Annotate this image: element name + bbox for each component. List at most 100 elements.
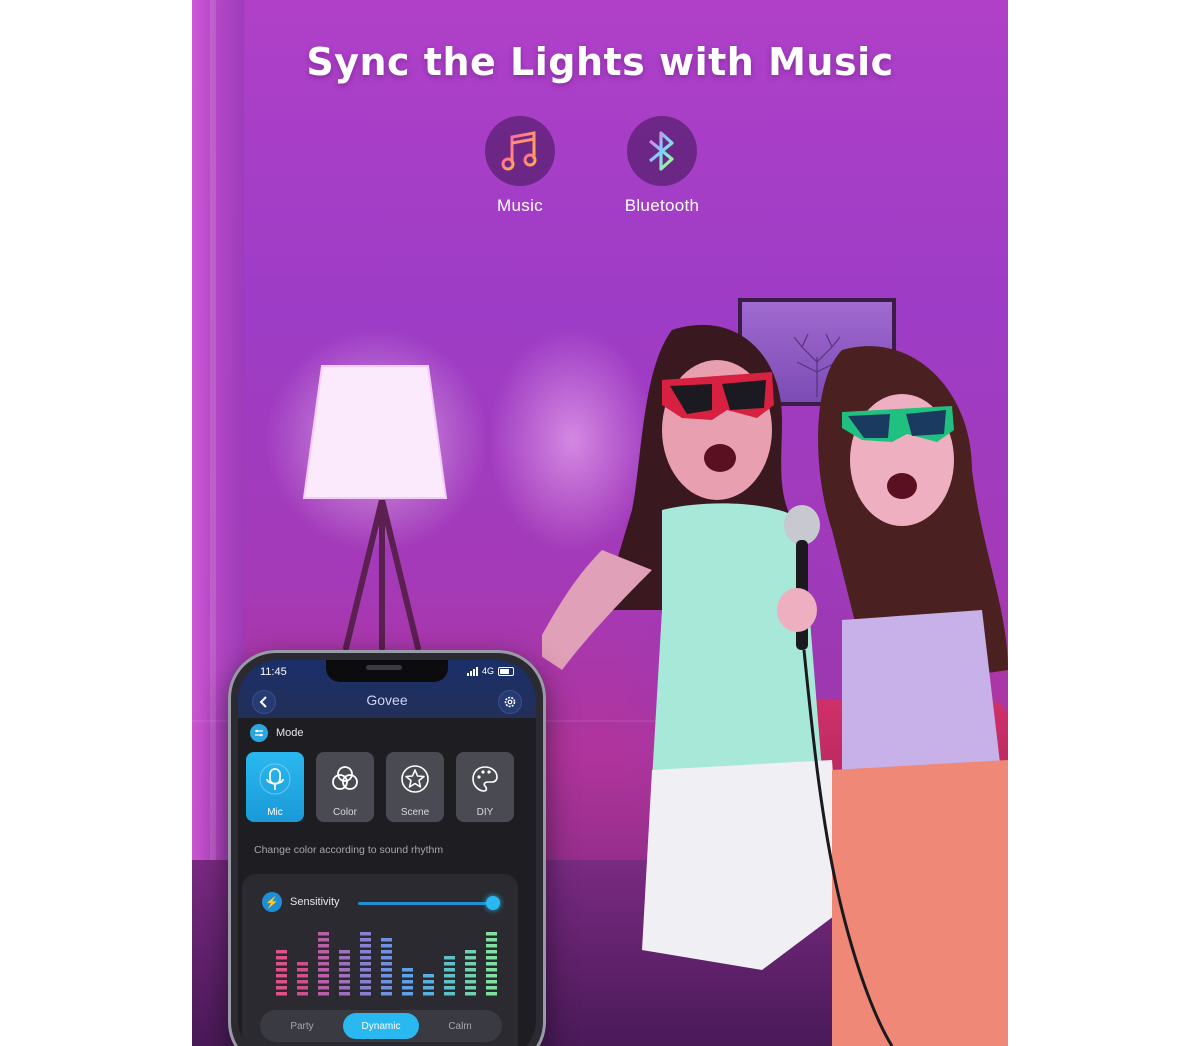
mode-tile-label: DIY bbox=[476, 807, 494, 818]
feature-music: Music bbox=[440, 116, 600, 216]
tab-dynamic[interactable]: Dynamic bbox=[343, 1013, 419, 1039]
mode-tile-diy[interactable]: DIY bbox=[456, 752, 514, 822]
equalizer-segment bbox=[381, 986, 392, 990]
equalizer-segment bbox=[423, 986, 434, 990]
mode-description: Change color according to sound rhythm bbox=[254, 844, 444, 856]
equalizer-segment bbox=[423, 974, 434, 978]
sliders-icon bbox=[250, 724, 268, 742]
equalizer-segment bbox=[297, 962, 308, 966]
sensitivity-slider[interactable] bbox=[358, 896, 500, 910]
equalizer-segment bbox=[318, 992, 329, 996]
equalizer-segment bbox=[444, 992, 455, 996]
equalizer-segment bbox=[297, 986, 308, 990]
equalizer-segment bbox=[444, 974, 455, 978]
lightning-icon: ⚡ bbox=[262, 892, 282, 912]
music-note-icon bbox=[485, 116, 555, 186]
mode-tile-label: Scene bbox=[400, 807, 430, 818]
equalizer-segment bbox=[402, 974, 413, 978]
tab-party[interactable]: Party bbox=[264, 1013, 340, 1039]
status-indicators: 4G bbox=[466, 666, 514, 676]
mode-tile-scene[interactable]: Scene bbox=[386, 752, 444, 822]
equalizer-segment bbox=[276, 950, 287, 954]
equalizer-segment bbox=[402, 980, 413, 984]
equalizer-segment bbox=[318, 944, 329, 948]
phone-notch bbox=[326, 660, 448, 682]
status-time: 11:45 bbox=[260, 666, 287, 678]
equalizer-segment bbox=[339, 962, 350, 966]
equalizer-segment bbox=[486, 980, 497, 984]
mode-tile-color[interactable]: Color bbox=[316, 752, 374, 822]
equalizer-segment bbox=[360, 950, 371, 954]
phone-screen: 11:45 4G Govee Mode Mic Color Scene DIY … bbox=[238, 660, 536, 1046]
equalizer-segment bbox=[276, 986, 287, 990]
feature-bluetooth-label: Bluetooth bbox=[624, 196, 700, 215]
equalizer-segment bbox=[297, 980, 308, 984]
equalizer-segment bbox=[465, 992, 476, 996]
equalizer-segment bbox=[465, 962, 476, 966]
equalizer-segment bbox=[297, 992, 308, 996]
equalizer-segment bbox=[276, 980, 287, 984]
signal-icon bbox=[466, 666, 478, 676]
phone-mockup: 11:45 4G Govee Mode Mic Color Scene DIY … bbox=[228, 650, 546, 1046]
floor-lamp-shade bbox=[302, 365, 448, 499]
equalizer-segment bbox=[276, 956, 287, 960]
equalizer-segment bbox=[486, 938, 497, 942]
equalizer-segment bbox=[276, 968, 287, 972]
equalizer-segment bbox=[465, 950, 476, 954]
equalizer-segment bbox=[381, 950, 392, 954]
equalizer-segment bbox=[360, 956, 371, 960]
equalizer-segment bbox=[381, 962, 392, 966]
color-icon bbox=[332, 766, 358, 790]
equalizer-segment bbox=[486, 986, 497, 990]
sensitivity-slider-knob[interactable] bbox=[486, 896, 500, 910]
equalizer-segment bbox=[402, 968, 413, 972]
equalizer-segment bbox=[339, 986, 350, 990]
mode-tiles: Mic Color Scene DIY bbox=[246, 752, 514, 822]
equalizer-segment bbox=[360, 944, 371, 948]
equalizer-segment bbox=[381, 980, 392, 984]
equalizer-segment bbox=[297, 968, 308, 972]
diy-icon bbox=[472, 766, 498, 792]
mode-tile-label: Color bbox=[333, 807, 357, 818]
equalizer-segment bbox=[381, 944, 392, 948]
equalizer-segment bbox=[360, 980, 371, 984]
equalizer-visualizer bbox=[276, 932, 497, 996]
equalizer-segment bbox=[486, 962, 497, 966]
feature-bluetooth: Bluetooth bbox=[582, 116, 742, 216]
equalizer-segment bbox=[339, 968, 350, 972]
equalizer-segment bbox=[318, 932, 329, 936]
equalizer-segment bbox=[360, 974, 371, 978]
battery-icon bbox=[498, 666, 514, 676]
poster-background: Sync the Lights with Music Music Bluetoo… bbox=[192, 0, 1008, 1046]
equalizer-segment bbox=[486, 968, 497, 972]
scene-icon bbox=[401, 765, 429, 793]
mode-tile-mic[interactable]: Mic bbox=[246, 752, 304, 822]
equalizer-segment bbox=[402, 986, 413, 990]
equalizer-segment bbox=[465, 986, 476, 990]
equalizer-segment bbox=[465, 956, 476, 960]
equalizer-segment bbox=[360, 938, 371, 942]
floor-lamp-stand bbox=[343, 500, 421, 650]
equalizer-segment bbox=[318, 950, 329, 954]
equalizer-segment bbox=[444, 980, 455, 984]
equalizer-segment bbox=[276, 974, 287, 978]
tab-calm[interactable]: Calm bbox=[422, 1013, 498, 1039]
settings-button[interactable] bbox=[498, 690, 522, 714]
equalizer-segment bbox=[444, 962, 455, 966]
sensitivity-panel: ⚡ Sensitivity Party Dynamic Calm bbox=[242, 874, 518, 1046]
equalizer-segment bbox=[423, 992, 434, 996]
equalizer-segment bbox=[318, 980, 329, 984]
mode-header: Mode bbox=[250, 724, 304, 742]
equalizer-segment bbox=[339, 956, 350, 960]
equalizer-segment bbox=[486, 944, 497, 948]
mode-tile-label: Mic bbox=[267, 807, 283, 818]
equalizer-segment bbox=[318, 956, 329, 960]
equalizer-segment bbox=[360, 992, 371, 996]
headline: Sync the Lights with Music bbox=[306, 40, 894, 84]
people-singing-photo bbox=[542, 324, 1008, 1046]
equalizer-segment bbox=[339, 980, 350, 984]
equalizer-segment bbox=[444, 956, 455, 960]
equalizer-segment bbox=[360, 986, 371, 990]
equalizer-segment bbox=[276, 962, 287, 966]
bluetooth-icon bbox=[627, 116, 697, 186]
